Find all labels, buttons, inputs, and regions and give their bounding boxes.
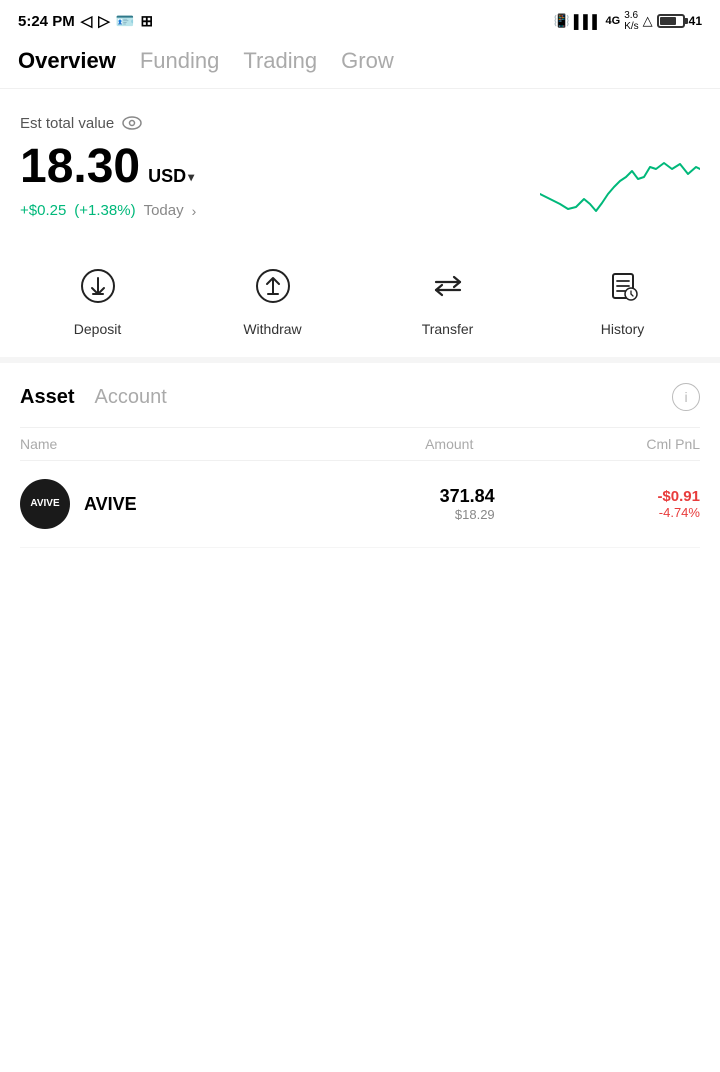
battery-level: 41 [689,14,702,28]
table-header: Name Amount Cml PnL [20,427,700,461]
change-amount: +$0.25 [20,202,66,219]
change-pct: (+1.38%) [74,202,135,219]
history-button[interactable]: History [583,259,663,337]
deposit-label: Deposit [74,321,121,337]
withdraw-icon [246,259,300,313]
withdraw-button[interactable]: Withdraw [233,259,313,337]
vibrate-icon: 📳 [554,13,570,29]
asset-amount-col: 371.84 $18.29 [289,486,494,522]
eye-icon[interactable] [122,113,142,133]
grid-icon: ⊞ [140,12,153,30]
nav-tabs: Overview Funding Trading Grow [0,38,720,89]
change-row: +$0.25 (+1.38%) Today › [20,202,196,219]
currency-code: USD [148,167,186,187]
asset-pnl-col: -$0.91 -4.74% [495,488,700,520]
col-amount: Amount [247,436,474,452]
tab-account[interactable]: Account [94,386,166,409]
transfer-label: Transfer [422,321,474,337]
asset-name: AVIVE [84,494,289,515]
table-row[interactable]: AVIVE AVIVE 371.84 $18.29 -$0.91 -4.74% [20,461,700,548]
card-icon: 🪪 [116,12,135,30]
asset-section: Asset Account i Name Amount Cml PnL AVIV… [0,363,720,548]
tab-overview[interactable]: Overview [18,48,116,76]
time-display: 5:24 PM [18,13,75,30]
total-value-display: 18.30 USD ▾ [20,141,196,194]
asset-amount-usd: $18.29 [289,507,494,522]
overview-section: Est total value 18.30 USD ▾ +$0.25 (+1.3… [0,89,720,239]
deposit-icon [71,259,125,313]
asset-pnl-pct: -4.74% [495,505,700,520]
currency-selector[interactable]: USD ▾ [148,167,194,187]
status-icons: 📳 ▌▌▌ 4G 3.6K/s △ 41 [554,10,702,32]
signal-icon: ▌▌▌ [574,14,602,29]
col-name: Name [20,436,247,452]
est-label-text: Est total value [20,115,114,132]
asset-pnl-main: -$0.91 [495,488,700,505]
transfer-button[interactable]: Transfer [408,259,488,337]
tab-trading[interactable]: Trading [243,48,317,76]
network-speed: 3.6K/s [624,10,638,32]
asset-amount-main: 371.84 [289,486,494,507]
change-arrow-icon[interactable]: › [192,203,197,219]
info-icon[interactable]: i [672,383,700,411]
est-label-row: Est total value [20,113,700,133]
value-row: 18.30 USD ▾ +$0.25 (+1.38%) Today › [20,139,700,219]
asset-logo: AVIVE [20,479,70,529]
battery-icon [657,14,685,28]
deposit-button[interactable]: Deposit [58,259,138,337]
send-icon: ▷ [98,12,110,30]
mini-chart [540,139,700,219]
history-label: History [601,321,645,337]
4g-icon: 4G [606,15,621,27]
tab-asset[interactable]: Asset [20,386,74,409]
status-bar: 5:24 PM ◁ ▷ 🪪 ⊞ 📳 ▌▌▌ 4G 3.6K/s △ 41 [0,0,720,38]
tab-grow[interactable]: Grow [341,48,394,76]
status-time: 5:24 PM ◁ ▷ 🪪 ⊞ [18,12,153,30]
withdraw-label: Withdraw [243,321,301,337]
transfer-icon [421,259,475,313]
col-pnl: Cml PnL [473,436,700,452]
action-buttons: Deposit Withdraw Transfer [0,239,720,363]
asset-tabs-row: Asset Account i [20,383,700,411]
history-icon [596,259,650,313]
asset-tabs-left: Asset Account [20,386,167,409]
alert-icon: △ [643,13,653,29]
currency-chevron: ▾ [188,171,194,184]
tab-funding[interactable]: Funding [140,48,220,76]
nav-arrow-icon: ◁ [81,12,93,30]
asset-logo-text: AVIVE [30,498,59,510]
value-left: 18.30 USD ▾ +$0.25 (+1.38%) Today › [20,141,196,219]
change-today: Today [144,202,184,219]
total-value-number: 18.30 [20,141,140,194]
